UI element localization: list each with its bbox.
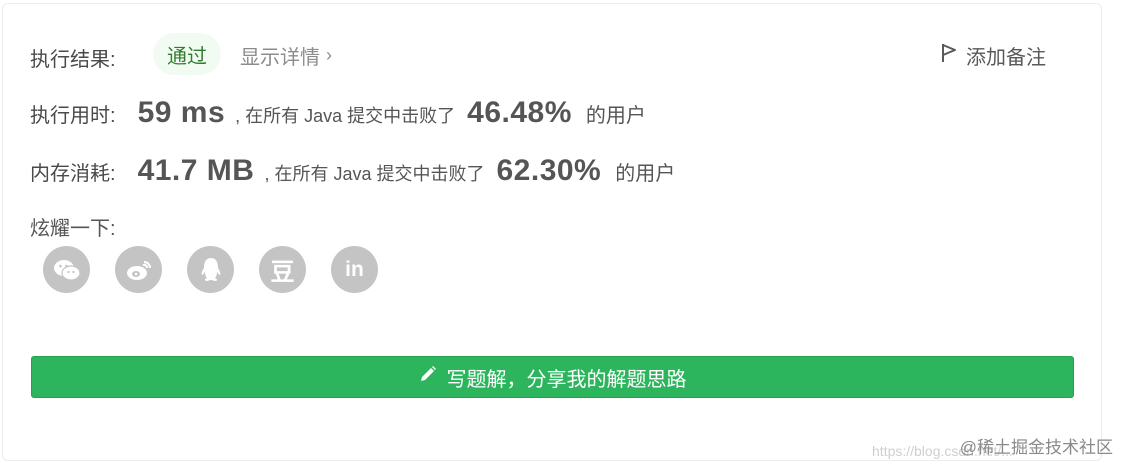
status-badge: 通过 (153, 33, 221, 75)
linkedin-icon[interactable]: in (331, 246, 378, 293)
add-note-label: 添加备注 (966, 47, 1046, 69)
runtime-row: 执行用时: 59 ms , 在所有 Java 提交中击败了 46.48% 的用户 (30, 96, 646, 130)
weibo-icon[interactable] (115, 246, 162, 293)
write-solution-label: 写题解，分享我的解题思路 (446, 368, 687, 391)
memory-beat-text: , 在所有 Java 提交中击败了 (264, 164, 485, 184)
runtime-beat-text: , 在所有 Java 提交中击败了 (235, 106, 456, 126)
memory-row: 内存消耗: 41.7 MB , 在所有 Java 提交中击败了 62.30% 的… (30, 154, 675, 188)
share-label: 炫耀一下: (30, 218, 116, 240)
show-details-link[interactable]: 显示详情 › (240, 41, 332, 70)
memory-label: 内存消耗: (30, 163, 116, 185)
douban-icon[interactable]: 豆 (259, 246, 306, 293)
show-details-label: 显示详情 (240, 47, 320, 69)
runtime-percent: 46.48% (467, 96, 572, 129)
write-solution-button[interactable]: 写题解，分享我的解题思路 (31, 356, 1074, 398)
result-label: 执行结果: (30, 49, 116, 71)
watermark: @稀土掘金技术社区 (959, 438, 1113, 457)
memory-percent: 62.30% (496, 154, 602, 187)
share-icons: 豆 in (43, 246, 378, 293)
runtime-users-text: 的用户 (585, 105, 646, 127)
douban-glyph: 豆 (270, 259, 295, 286)
memory-users-text: 的用户 (615, 163, 676, 185)
runtime-value: 59 ms (137, 96, 226, 129)
pencil-icon (419, 365, 437, 389)
memory-value: 41.7 MB (137, 154, 255, 187)
linkedin-glyph: in (345, 257, 364, 281)
chevron-right-icon: › (326, 45, 332, 65)
add-note-button[interactable]: 添加备注 (940, 41, 1046, 70)
qq-icon[interactable] (187, 246, 234, 293)
result-row: 执行结果: (30, 43, 116, 72)
flag-icon (940, 43, 958, 69)
wechat-icon[interactable] (43, 246, 90, 293)
runtime-label: 执行用时: (30, 105, 116, 127)
